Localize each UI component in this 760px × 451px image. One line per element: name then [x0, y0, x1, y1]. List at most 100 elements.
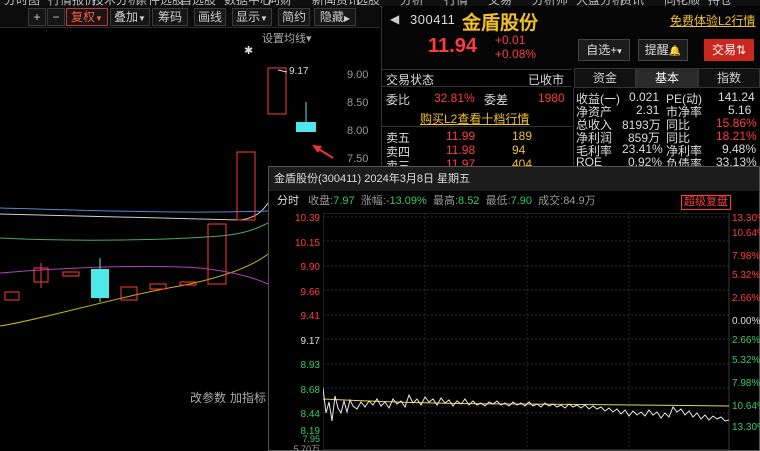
pct-axis-label: 10.64%	[732, 401, 760, 412]
prev-stock-icon[interactable]: ◀	[390, 12, 399, 26]
overlay-dropdown[interactable]: 叠加▼	[110, 8, 150, 26]
intraday-popup[interactable]: 金盾股份(300411) 2024年3月8日 星期五 分时 收盘:7.97 涨幅…	[268, 166, 760, 451]
y-axis-label: 8.44	[300, 409, 320, 420]
current-price: 11.94	[428, 35, 477, 57]
price-level: 7.50	[347, 153, 369, 165]
pct-axis-label: 5.32%	[732, 355, 760, 366]
divider	[573, 88, 574, 168]
chevron-down-icon: ▼	[138, 14, 146, 23]
fund-value: 23.41%	[622, 142, 663, 156]
candle	[267, 67, 287, 115]
low-label: 最低:	[485, 195, 511, 207]
pct-axis-label: 2.66%	[732, 293, 760, 304]
weibi-value: 32.81%	[434, 91, 475, 105]
ma-yellow-line	[0, 253, 269, 327]
weibi-label: 委比	[386, 93, 411, 107]
tab-index[interactable]: 指数	[698, 68, 760, 88]
intraday-chart[interactable]	[323, 213, 731, 451]
buy-l2-link[interactable]: 购买L2查看十档行情	[420, 110, 529, 127]
ma-settings-label: 设置均线	[262, 33, 306, 45]
y-axis-label: 9.17	[300, 336, 320, 347]
y-axis-label: 9.90	[300, 262, 320, 273]
status-label: 交易状态	[386, 73, 435, 87]
candle	[149, 283, 167, 290]
add-watchlist-button[interactable]: 自选+▾	[578, 39, 630, 61]
close-value: 7.97	[333, 195, 355, 207]
tab-fund-flow[interactable]: 资金	[574, 68, 636, 88]
ma-green-line	[0, 222, 269, 241]
swap-icon: ⇅	[735, 43, 747, 57]
modify-params-button[interactable]: 改参数	[190, 389, 226, 406]
trade-label: 交易	[711, 43, 736, 57]
y-axis-label: 9.41	[300, 311, 320, 322]
y-axis-label: 8.93	[300, 360, 320, 371]
close-label: 收盘:	[308, 195, 334, 207]
hide-label: 隐藏	[319, 10, 344, 24]
ma-blue-line	[0, 207, 269, 213]
star-marker-icon: ✱	[244, 45, 254, 57]
zoom-in-button[interactable]: +	[28, 8, 46, 26]
bell-icon: 🔔	[668, 46, 682, 57]
fund-value: 5.16	[728, 103, 752, 117]
price-line	[323, 387, 730, 422]
alert-label: 提醒	[644, 43, 669, 57]
display-label: 显示	[236, 10, 261, 24]
candle	[236, 151, 256, 221]
super-replay-button[interactable]: 超级复盘	[681, 195, 731, 210]
weicha-value: 1980	[538, 91, 565, 105]
candle	[4, 291, 20, 301]
quote-header: ◀ 300411 金盾股份 免费体验L2行情 11.94 +0.01 +0.08…	[382, 6, 760, 68]
arrow-head-icon	[312, 145, 322, 153]
y-axis-label: 8.68	[300, 385, 320, 396]
candle	[33, 263, 49, 288]
candle	[91, 258, 109, 302]
trade-button[interactable]: 交易⇅	[704, 39, 754, 61]
chevron-down-icon: ▾	[617, 46, 622, 56]
alert-button[interactable]: 提醒🔔	[638, 39, 688, 61]
high-label: 最高:	[432, 195, 459, 207]
fuquan-label: 复权	[71, 10, 96, 24]
pct-axis-label: 10.64%	[732, 228, 760, 239]
ask-volume: 94	[512, 143, 526, 157]
app-window: 分时图行情报价技术分析条件选股自选股数据中心问财新闻资讯选股分析行情交易分析师大…	[0, 0, 760, 451]
display-dropdown[interactable]: 显示▼	[232, 8, 272, 26]
pct-axis-label: 0.00%	[732, 316, 760, 327]
change-label: 涨幅:	[360, 195, 386, 207]
ask-price: 11.98	[446, 143, 476, 157]
ma-purple-line	[0, 265, 269, 285]
ma-settings-button[interactable]: 设置均线▾	[262, 30, 312, 46]
free-l2-link[interactable]: 免费体验L2行情	[670, 12, 755, 29]
hide-button[interactable]: 隐藏▶	[314, 8, 356, 26]
high-price-label: 9.17	[289, 66, 309, 77]
y-axis-label: 9.66	[300, 287, 320, 298]
popup-title: 金盾股份(300411) 2024年3月8日 星期五	[269, 167, 759, 191]
draw-line-button[interactable]: 画线	[194, 8, 226, 26]
add-indicator-button[interactable]: 加指标	[230, 389, 266, 406]
info-tabs: 资金 基本 指数	[574, 68, 760, 88]
change-amount: +0.01	[495, 33, 526, 47]
pct-axis-label: 7.98%	[732, 251, 760, 262]
low-value: 7.90	[510, 195, 533, 207]
fund-value: 2.31	[636, 103, 660, 117]
candle	[296, 102, 316, 132]
simple-button[interactable]: 简约	[278, 8, 310, 26]
fund-value: 0.021	[629, 90, 660, 104]
pct-axis-label: 13.30%	[732, 213, 760, 224]
fund-value: 141.24	[718, 90, 755, 104]
overlay-label: 叠加	[114, 10, 139, 24]
chevron-down-icon: ▾	[306, 33, 312, 45]
stock-code: 300411	[410, 12, 456, 27]
y-axis-label: 10.39	[294, 213, 320, 224]
pct-axis-label: 13.30%	[732, 422, 760, 433]
price-change: +0.01 +0.08%	[495, 33, 536, 61]
candle	[62, 271, 80, 277]
fuquan-dropdown[interactable]: 复权▼	[66, 8, 108, 26]
high-value: 8.52	[458, 195, 480, 207]
chart-toolbar: + − 复权▼ 叠加▼ 筹码 画线 显示▼ 简约 隐藏▶	[0, 6, 380, 28]
zoom-out-button[interactable]: −	[47, 8, 65, 26]
fund-value: 9.48%	[722, 142, 757, 156]
trade-status-bar: 交易状态 已收市	[382, 69, 572, 87]
y-axis-label: 10.15	[294, 238, 320, 249]
chip-button[interactable]: 筹码	[152, 8, 188, 26]
tab-fundamentals[interactable]: 基本	[636, 68, 698, 88]
